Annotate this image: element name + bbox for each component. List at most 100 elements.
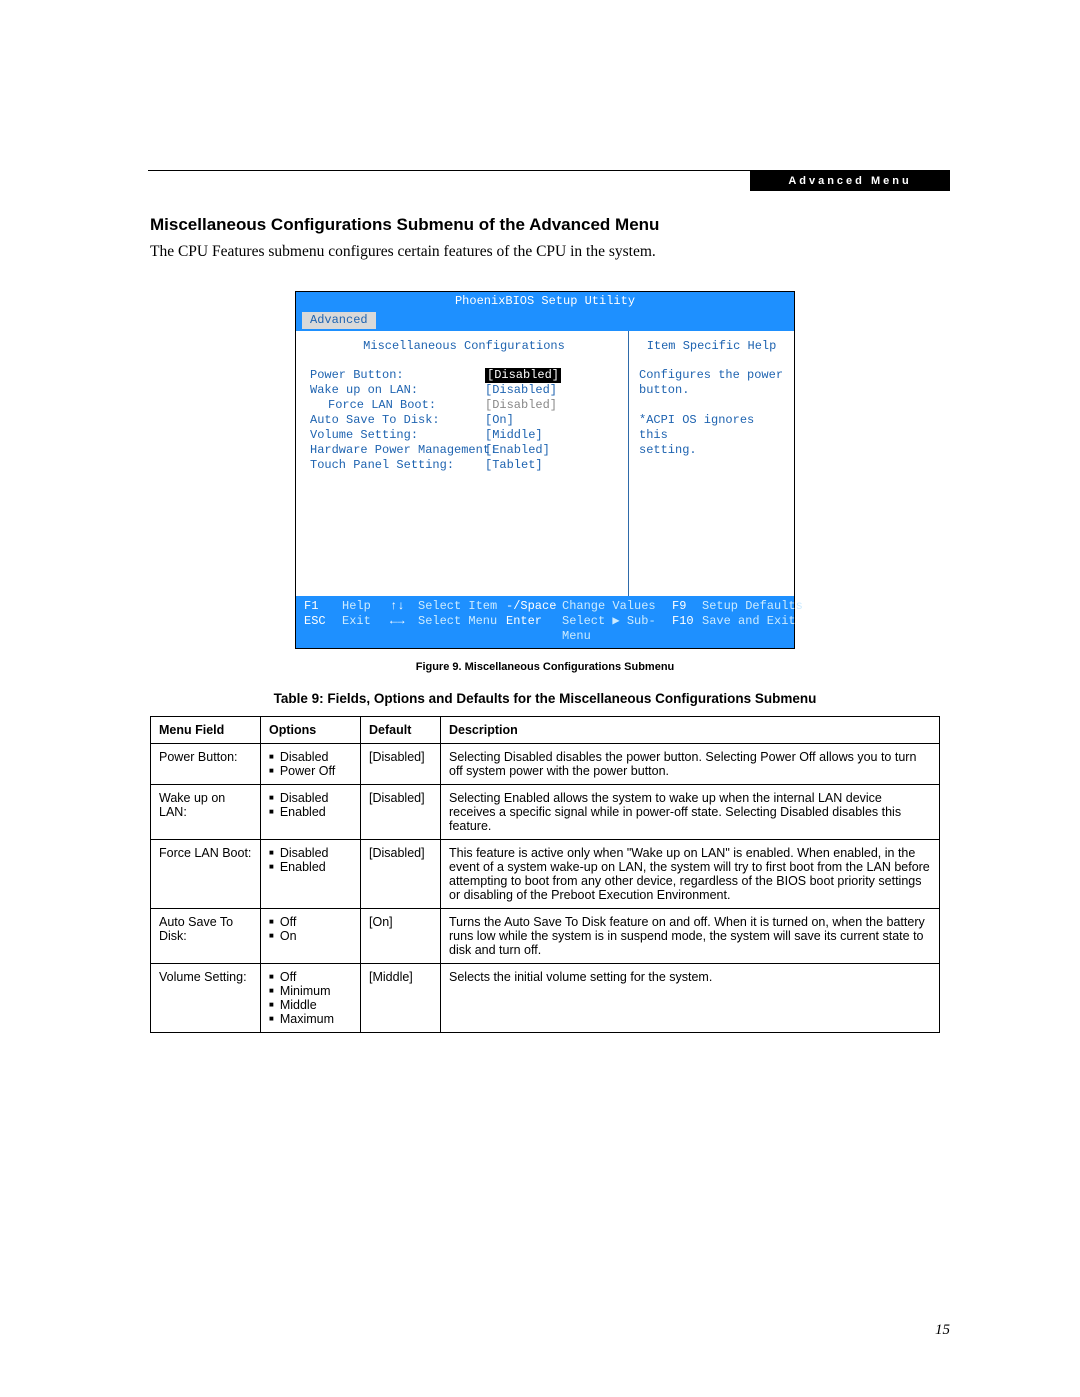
table-row: Auto Save To Disk:OffOn[On]Turns the Aut… xyxy=(151,909,940,964)
th-default: Default xyxy=(361,717,441,744)
option-item: Disabled xyxy=(269,846,352,860)
cell-menu-field: Volume Setting: xyxy=(151,964,261,1033)
option-item: Off xyxy=(269,915,352,929)
cell-options: DisabledPower Off xyxy=(261,744,361,785)
table-row: Force LAN Boot:DisabledEnabled[Disabled]… xyxy=(151,840,940,909)
figure-caption: Figure 9. Miscellaneous Configurations S… xyxy=(150,661,940,673)
key-esc: ESC xyxy=(304,614,342,644)
bios-item[interactable]: Force LAN Boot:[Disabled] xyxy=(310,398,618,413)
cell-description: Selects the initial volume setting for t… xyxy=(441,964,940,1033)
th-description: Description xyxy=(441,717,940,744)
bios-item-value[interactable]: [Disabled] xyxy=(485,383,557,397)
bios-item-value[interactable]: [Middle] xyxy=(485,428,543,442)
cell-options: DisabledEnabled xyxy=(261,840,361,909)
action-exit: Exit xyxy=(342,614,390,644)
cell-default: [Middle] xyxy=(361,964,441,1033)
table-row: Power Button:DisabledPower Off[Disabled]… xyxy=(151,744,940,785)
bios-item-value[interactable]: [Tablet] xyxy=(485,458,543,472)
bios-footer-row-2: ESC Exit ←→ Select Menu Enter Select ▶ S… xyxy=(304,614,786,644)
bios-help-text: Configures the powerbutton. *ACPI OS ign… xyxy=(639,368,784,458)
cell-options: DisabledEnabled xyxy=(261,785,361,840)
cell-default: [Disabled] xyxy=(361,744,441,785)
page-number: 15 xyxy=(935,1322,950,1339)
option-item: Power Off xyxy=(269,764,352,778)
bios-item-value[interactable]: [On] xyxy=(485,413,514,427)
option-item: Enabled xyxy=(269,860,352,874)
bios-item-value[interactable]: [Disabled] xyxy=(485,368,561,383)
bios-item[interactable]: Power Button:[Disabled] xyxy=(310,368,618,383)
bios-item-value-wrap: [Enabled] xyxy=(485,443,618,458)
table-row: Wake up on LAN:DisabledEnabled[Disabled]… xyxy=(151,785,940,840)
bios-item-value-wrap: [Disabled] xyxy=(485,398,618,413)
bios-help-line: button. xyxy=(639,383,784,398)
bios-item-value-wrap: [Disabled] xyxy=(485,368,618,383)
action-select-submenu: Select ▶ Sub-Menu xyxy=(562,614,672,644)
bios-body: Miscellaneous Configurations Power Butto… xyxy=(296,331,794,596)
cell-default: [Disabled] xyxy=(361,785,441,840)
cell-description: Selecting Disabled disables the power bu… xyxy=(441,744,940,785)
bios-footer-row-1: F1 Help ↑↓ Select Item -/Space Change Va… xyxy=(304,599,786,614)
bios-item-value[interactable]: [Enabled] xyxy=(485,443,550,457)
bios-item-label: Power Button: xyxy=(310,368,485,383)
th-options: Options xyxy=(261,717,361,744)
bios-item-label: Hardware Power Management: xyxy=(310,443,485,458)
cell-menu-field: Power Button: xyxy=(151,744,261,785)
bios-help-pane: Item Specific Help Configures the powerb… xyxy=(629,331,794,596)
bios-item[interactable]: Wake up on LAN:[Disabled] xyxy=(310,383,618,398)
bios-item-value[interactable]: [Disabled] xyxy=(485,398,557,412)
action-select-item: Select Item xyxy=(418,599,506,614)
bios-item-value-wrap: [On] xyxy=(485,413,618,428)
bios-item[interactable]: Auto Save To Disk:[On] xyxy=(310,413,618,428)
bios-item[interactable]: Hardware Power Management:[Enabled] xyxy=(310,443,618,458)
option-item: Enabled xyxy=(269,805,352,819)
table-header-row: Menu Field Options Default Description xyxy=(151,717,940,744)
option-item: Disabled xyxy=(269,750,352,764)
cell-default: [On] xyxy=(361,909,441,964)
bios-item-label: Touch Panel Setting: xyxy=(310,458,485,473)
bios-item-value-wrap: [Disabled] xyxy=(485,383,618,398)
cell-description: This feature is active only when "Wake u… xyxy=(441,840,940,909)
action-setup-defaults: Setup Defaults xyxy=(702,599,803,614)
bios-menubar-selected[interactable]: Advanced xyxy=(302,312,376,329)
cell-options: OffOn xyxy=(261,909,361,964)
cell-default: [Disabled] xyxy=(361,840,441,909)
option-item: On xyxy=(269,929,352,943)
bios-help-line xyxy=(639,398,784,413)
key-space: -/Space xyxy=(506,599,562,614)
table-row: Volume Setting:OffMinimumMiddleMaximum[M… xyxy=(151,964,940,1033)
th-menu-field: Menu Field xyxy=(151,717,261,744)
bios-figure: PhoenixBIOS Setup Utility Advanced Misce… xyxy=(295,291,795,649)
section-intro: The CPU Features submenu configures cert… xyxy=(150,243,940,261)
page: Advanced Menu Miscellaneous Configuratio… xyxy=(0,0,1080,1397)
key-lr: ←→ xyxy=(390,614,418,644)
bios-item[interactable]: Touch Panel Setting:[Tablet] xyxy=(310,458,618,473)
bios-help-line: Configures the power xyxy=(639,368,784,383)
option-item: Minimum xyxy=(269,984,352,998)
option-item: Disabled xyxy=(269,791,352,805)
options-table: Menu Field Options Default Description P… xyxy=(150,716,940,1033)
bios-item-label: Volume Setting: xyxy=(310,428,485,443)
key-f9: F9 xyxy=(672,599,702,614)
table-caption: Table 9: Fields, Options and Defaults fo… xyxy=(150,691,940,706)
bios-item[interactable]: Volume Setting:[Middle] xyxy=(310,428,618,443)
bios-left-title: Miscellaneous Configurations xyxy=(310,339,618,354)
cell-description: Selecting Enabled allows the system to w… xyxy=(441,785,940,840)
bios-item-value-wrap: [Middle] xyxy=(485,428,618,443)
cell-description: Turns the Auto Save To Disk feature on a… xyxy=(441,909,940,964)
cell-options: OffMinimumMiddleMaximum xyxy=(261,964,361,1033)
option-item: Middle xyxy=(269,998,352,1012)
action-select-menu: Select Menu xyxy=(418,614,506,644)
bios-item-label: Wake up on LAN: xyxy=(310,383,485,398)
header-section-tag: Advanced Menu xyxy=(750,171,950,191)
section-heading: Miscellaneous Configurations Submenu of … xyxy=(150,215,940,235)
action-help: Help xyxy=(342,599,390,614)
cell-menu-field: Wake up on LAN: xyxy=(151,785,261,840)
cell-menu-field: Auto Save To Disk: xyxy=(151,909,261,964)
bios-item-value-wrap: [Tablet] xyxy=(485,458,618,473)
content: Miscellaneous Configurations Submenu of … xyxy=(150,215,940,1033)
action-change-values: Change Values xyxy=(562,599,672,614)
option-item: Off xyxy=(269,970,352,984)
key-updown: ↑↓ xyxy=(390,599,418,614)
key-enter: Enter xyxy=(506,614,562,644)
option-item: Maximum xyxy=(269,1012,352,1026)
